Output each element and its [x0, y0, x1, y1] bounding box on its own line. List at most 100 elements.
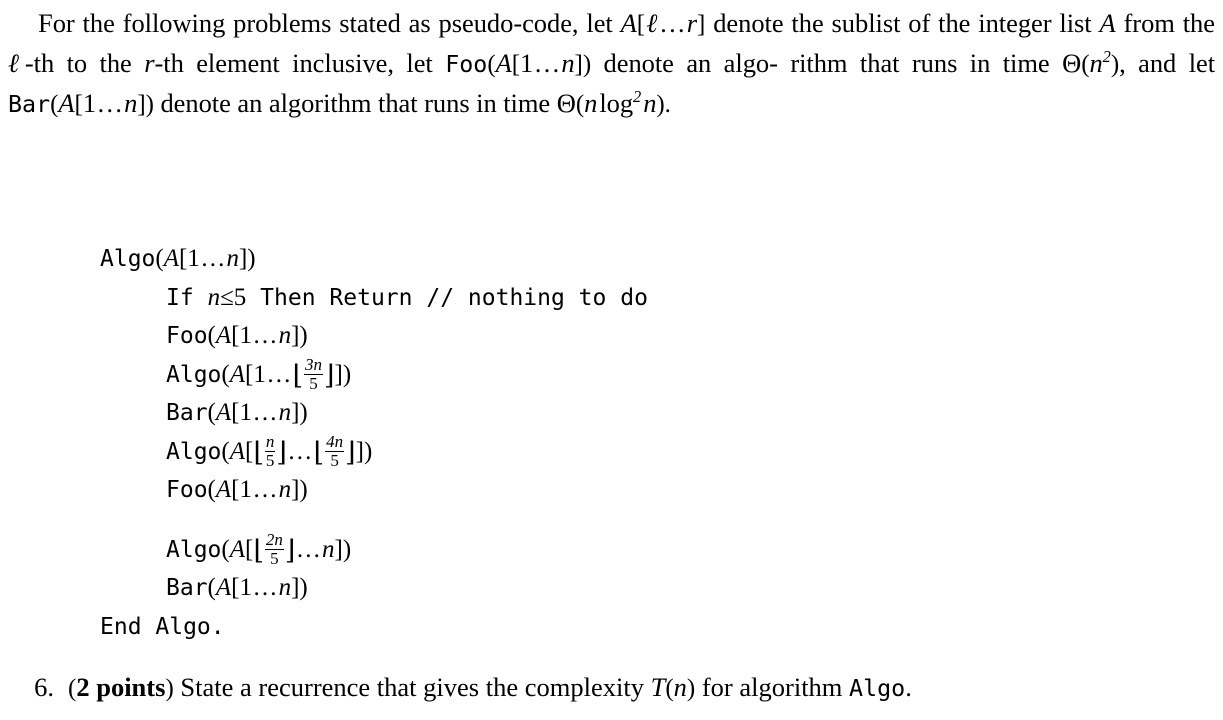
paren-right: ) [1110, 51, 1120, 78]
bracket-right: ] [574, 51, 583, 78]
arg-one: 1 [239, 574, 252, 601]
arg-A: A [215, 322, 232, 349]
intro-after-sublist: denote the sublist of the [713, 8, 971, 38]
paren-left: ( [207, 476, 216, 503]
code-line-algo-signature: Algo(A[1…n]) [100, 240, 648, 279]
complexity-T: T [650, 672, 666, 702]
intro-line3-a: rithm that runs in time [790, 48, 1050, 78]
question-text-before: State a recurrence that gives the comple… [180, 672, 644, 702]
call-name-foo: Foo [166, 323, 208, 349]
keyword-return: Return [329, 284, 413, 311]
call-name-bar: Bar [166, 575, 208, 601]
bar-arg-n: n [124, 88, 138, 118]
paren-right: ) [582, 51, 592, 78]
ellipsis: … [659, 8, 687, 38]
paren-left: ( [221, 535, 230, 563]
paren-left: ( [665, 675, 674, 702]
arg-n: n [278, 322, 292, 349]
floor-left: ⌊ [313, 436, 325, 467]
arg-A: A [229, 437, 245, 465]
bracket-right: ] [137, 91, 146, 118]
question-body: (2 points) State a recurrence that gives… [68, 672, 912, 702]
fraction-numerator: 3n [304, 354, 322, 374]
question-number: 6. [34, 672, 54, 702]
code-line-bar-call-2: Bar(A[1…n]) [100, 569, 648, 608]
code-line-if-return: If n≤5 Then Return // nothing to do [100, 279, 648, 318]
floor-right: ⌋ [323, 359, 335, 390]
intro-line2-d: -th element inclusive, let [154, 48, 433, 78]
paren-left: ( [207, 322, 216, 349]
ellipsis: … [252, 574, 279, 601]
ellipsis: … [200, 245, 226, 272]
call-name-algo: Algo [166, 438, 222, 465]
bracket-left: [ [245, 535, 254, 563]
floor-left: ⌊ [292, 359, 303, 390]
foo-arg-A: A [495, 48, 512, 78]
intro-line3-c: denote an algorithm that runs in time [160, 88, 551, 118]
ellipsis: … [252, 399, 279, 426]
intro-line2-b: from the [1123, 8, 1215, 38]
arg-A: A [215, 476, 232, 503]
arg-A: A [229, 535, 245, 563]
n-var: n [1089, 48, 1103, 78]
algo-identifier: Algo [849, 675, 906, 702]
floor-right: ⌋ [284, 534, 296, 565]
r-var: r [144, 48, 155, 78]
arg-n: n [278, 574, 292, 601]
code-line-algo-call-1: Algo(A[1…⌊ 3n 5 ⌋]) [100, 356, 648, 395]
paren-right: ) [342, 360, 352, 388]
ellipsis: … [533, 48, 561, 78]
paren-right: ) [363, 437, 373, 465]
intro-line2-a: integer list [978, 8, 1092, 38]
paren-right: ) [299, 574, 308, 601]
fraction-2n-over-5: 2n 5 [264, 531, 285, 567]
closing-paren-period: ). [656, 91, 671, 118]
end-algo-text: End Algo. [100, 613, 225, 640]
fraction-numerator: 2n [265, 529, 283, 549]
bar-arg-A: A [58, 88, 75, 118]
arg-n: n [322, 535, 335, 563]
arg-A: A [215, 399, 232, 426]
code-line-foo-call-1: Foo(A[1…n]) [100, 317, 648, 356]
range-start-ell: ℓ [645, 8, 659, 38]
code-line-foo-call-2: Foo(A[1…n]) [100, 471, 648, 510]
ellipsis: … [252, 476, 279, 503]
paren-left: ( [487, 51, 496, 78]
leq-operator: ≤ [220, 283, 234, 311]
pseudocode-block: Algo(A[1…n]) If n≤5 Then Return // nothi… [100, 240, 648, 646]
question-text-after: for algorithm [701, 672, 843, 702]
theta-symbol: Θ [1062, 48, 1082, 78]
floor-left: ⌊ [253, 534, 264, 565]
paren-right: ) [299, 476, 308, 503]
foo-identifier: Foo [445, 51, 488, 78]
arg-n: n [226, 245, 239, 272]
arg-one: 1 [253, 360, 266, 388]
floor-right: ⌋ [345, 436, 356, 467]
paren-right: ) [299, 399, 308, 426]
bracket-right: ] [334, 535, 343, 563]
exponent-two: 2 [1102, 47, 1111, 67]
code-line-algo-call-3: Algo(A[⌊ 2n 5 ⌋…n]) [100, 531, 648, 570]
arg-A: A [215, 574, 232, 601]
sublist-var-A: A [620, 8, 637, 38]
call-name-bar: Bar [166, 400, 208, 426]
bracket-right: ] [697, 11, 706, 38]
call-name-algo: Algo [166, 536, 222, 563]
paren-left: ( [207, 574, 216, 601]
bracket-left: [ [74, 91, 83, 118]
bracket-right: ] [355, 437, 364, 465]
arg-A: A [163, 245, 179, 272]
fraction-denominator: 5 [264, 548, 284, 568]
arg-one: 1 [239, 399, 252, 426]
code-line-bar-call-1: Bar(A[1…n]) [100, 394, 648, 433]
fraction-numerator: n [265, 431, 275, 451]
code-comment: // nothing to do [426, 284, 648, 311]
question-period: . [905, 672, 912, 702]
intro-paragraph: For the following problems stated as pse… [8, 4, 1215, 124]
intro-line3-b: , and let [1119, 48, 1216, 78]
keyword-then: Then [260, 284, 316, 311]
paren-right: ) [686, 675, 696, 702]
keyword-if: If [166, 284, 194, 311]
ellipsis: … [287, 437, 314, 465]
fraction-numerator: 4n [326, 431, 344, 451]
